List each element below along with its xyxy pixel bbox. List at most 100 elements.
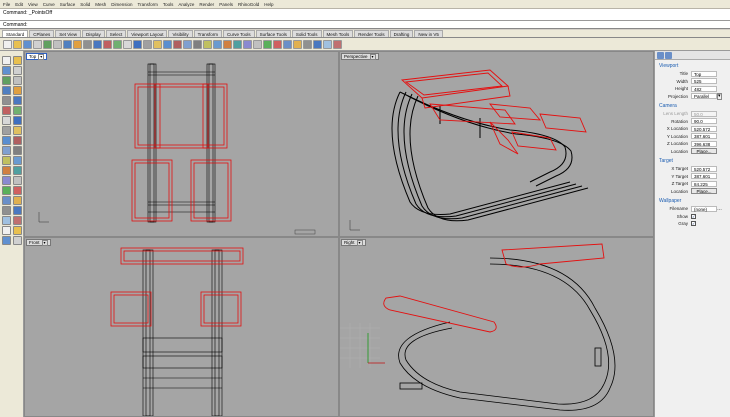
- height-field[interactable]: 482: [691, 85, 717, 92]
- properties-icon[interactable]: [657, 51, 664, 59]
- viewport-title-top[interactable]: Top ▾: [26, 53, 48, 60]
- left-tool-icon[interactable]: [2, 146, 11, 155]
- tab-drafting[interactable]: Drafting: [389, 30, 414, 37]
- menu-item-transform[interactable]: Transform: [138, 2, 158, 7]
- toolbar-button-icon[interactable]: [43, 39, 52, 49]
- toolbar-button-icon[interactable]: [23, 39, 32, 49]
- left-tool-icon[interactable]: [13, 236, 22, 245]
- left-tool-icon[interactable]: [2, 96, 11, 105]
- left-tool-icon[interactable]: [2, 106, 11, 115]
- left-tool-icon[interactable]: [13, 126, 22, 135]
- chevron-down-icon[interactable]: ▾: [356, 239, 363, 246]
- left-tool-icon[interactable]: [13, 86, 22, 95]
- left-tool-icon[interactable]: [2, 206, 11, 215]
- left-tool-icon[interactable]: [13, 56, 22, 65]
- toolbar-button-icon[interactable]: [63, 39, 72, 49]
- left-tool-icon[interactable]: [13, 76, 22, 85]
- toolbar-button-icon[interactable]: [163, 39, 172, 49]
- menu-item-tools[interactable]: Tools: [163, 2, 174, 7]
- viewport-perspective[interactable]: Perspective ▾: [340, 52, 653, 236]
- toolbar-button-icon[interactable]: [283, 39, 292, 49]
- left-tool-icon[interactable]: [13, 176, 22, 185]
- menu-item-mesh[interactable]: Mesh: [95, 2, 106, 7]
- x-target-field[interactable]: 520.572: [691, 165, 717, 172]
- tab-surface-tools[interactable]: Surface Tools: [255, 30, 291, 37]
- toolbar-button-icon[interactable]: [153, 39, 162, 49]
- left-tool-icon[interactable]: [2, 216, 11, 225]
- x-location-field[interactable]: 520.572: [691, 125, 717, 132]
- chevron-down-icon[interactable]: ▾: [38, 53, 45, 60]
- left-tool-icon[interactable]: [13, 216, 22, 225]
- viewport-title-front[interactable]: Front ▾: [26, 239, 51, 246]
- left-tool-icon[interactable]: [2, 166, 11, 175]
- toolbar-button-icon[interactable]: [323, 39, 332, 49]
- menu-item-curve[interactable]: Curve: [43, 2, 55, 7]
- menu-item-help[interactable]: Help: [264, 2, 273, 7]
- menu-item-edit[interactable]: Edit: [15, 2, 23, 7]
- filename-field[interactable]: (none): [691, 205, 717, 212]
- width-field[interactable]: 525: [691, 78, 717, 85]
- left-tool-icon[interactable]: [13, 226, 22, 235]
- ellipsis-icon[interactable]: …: [717, 206, 722, 212]
- z-target-field[interactable]: 84.225: [691, 180, 717, 187]
- left-tool-icon[interactable]: [2, 76, 11, 85]
- toolbar-button-icon[interactable]: [173, 39, 182, 49]
- left-tool-icon[interactable]: [2, 116, 11, 125]
- toolbar-button-icon[interactable]: [83, 39, 92, 49]
- left-tool-icon[interactable]: [2, 156, 11, 165]
- tab-curve-tools[interactable]: Curve Tools: [222, 30, 255, 37]
- chevron-down-icon[interactable]: ▾: [717, 92, 722, 100]
- toolbar-button-icon[interactable]: [303, 39, 312, 49]
- camera-place-button[interactable]: Place...: [691, 148, 717, 155]
- left-tool-icon[interactable]: [2, 126, 11, 135]
- left-tool-icon[interactable]: [2, 136, 11, 145]
- toolbar-button-icon[interactable]: [33, 39, 42, 49]
- left-tool-icon[interactable]: [13, 146, 22, 155]
- menu-item-rhinogold[interactable]: RhinoGold: [238, 2, 259, 7]
- tab-visibility[interactable]: Visibility: [168, 30, 193, 37]
- left-tool-icon[interactable]: [2, 236, 11, 245]
- chevron-down-icon[interactable]: ▾: [369, 53, 376, 60]
- rotation-field[interactable]: 90.0: [691, 118, 717, 125]
- left-tool-icon[interactable]: [13, 166, 22, 175]
- left-tool-icon[interactable]: [13, 96, 22, 105]
- viewport-right[interactable]: Right ▾: [340, 238, 653, 416]
- menu-item-solid[interactable]: Solid: [80, 2, 90, 7]
- show-checkbox[interactable]: ✓: [691, 213, 696, 219]
- toolbar-button-icon[interactable]: [223, 39, 232, 49]
- tab-render-tools[interactable]: Render Tools: [354, 30, 389, 37]
- menu-item-view[interactable]: View: [28, 2, 38, 7]
- left-tool-icon[interactable]: [13, 196, 22, 205]
- menu-item-panels[interactable]: Panels: [219, 2, 233, 7]
- toolbar-button-icon[interactable]: [213, 39, 222, 49]
- menu-item-render[interactable]: Render: [199, 2, 214, 7]
- toolbar-button-icon[interactable]: [13, 39, 22, 49]
- tab-mesh-tools[interactable]: Mesh Tools: [322, 30, 354, 37]
- y-target-field[interactable]: 387.601: [691, 173, 717, 180]
- projection-select[interactable]: Parallel: [691, 93, 717, 100]
- left-tool-icon[interactable]: [13, 156, 22, 165]
- menu-item-analyze[interactable]: Analyze: [178, 2, 194, 7]
- toolbar-button-icon[interactable]: [143, 39, 152, 49]
- toolbar-button-icon[interactable]: [233, 39, 242, 49]
- command-prompt[interactable]: Command:: [0, 21, 730, 29]
- left-tool-icon[interactable]: [2, 226, 11, 235]
- tab-select[interactable]: Select: [105, 30, 127, 37]
- z-location-field[interactable]: 396.638: [691, 140, 717, 147]
- toolbar-button-icon[interactable]: [73, 39, 82, 49]
- left-tool-icon[interactable]: [13, 186, 22, 195]
- viewport-title-right[interactable]: Right ▾: [341, 239, 366, 246]
- menu-item-surface[interactable]: Surface: [60, 2, 76, 7]
- toolbar-button-icon[interactable]: [313, 39, 322, 49]
- toolbar-button-icon[interactable]: [243, 39, 252, 49]
- toolbar-button-icon[interactable]: [183, 39, 192, 49]
- tab-display[interactable]: Display: [81, 30, 105, 37]
- layers-icon[interactable]: [665, 51, 672, 59]
- left-tool-icon[interactable]: [2, 66, 11, 75]
- toolbar-button-icon[interactable]: [203, 39, 212, 49]
- toolbar-button-icon[interactable]: [263, 39, 272, 49]
- tab-standard[interactable]: Standard: [2, 30, 29, 37]
- left-tool-icon[interactable]: [2, 186, 11, 195]
- toolbar-button-icon[interactable]: [293, 39, 302, 49]
- left-tool-icon[interactable]: [13, 206, 22, 215]
